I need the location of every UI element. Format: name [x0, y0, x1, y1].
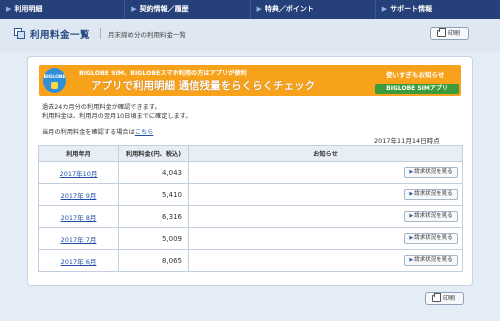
as-of-date: 2017年11月14日時点 [374, 137, 440, 145]
column-header-notice: お知らせ [188, 145, 463, 162]
billing-panel: BIGLOBE BIGLOBE SIM、BIGLOBEスマホ利用の方はアプリが便… [27, 56, 473, 286]
view-billing-status-button[interactable]: ▶請求状況を見る [404, 255, 458, 266]
nav-item-label: 特典／ポイント [264, 5, 314, 13]
view-billing-status-button[interactable]: ▶請求状況を見る [404, 167, 458, 178]
page-subtitle: 月末締め分の利用料金一覧 [108, 31, 186, 39]
intro-text-2: 利用料金は、利用月の翌月10日頃までに確定します。 [42, 113, 192, 120]
table-row: 2017年 7月 5,009 ▶請求状況を見る [38, 227, 463, 250]
amount-cell: 5,009 [118, 227, 189, 250]
print-label: 印刷 [448, 30, 461, 37]
banner-line1: BIGLOBE SIM、BIGLOBEスマホ利用の方はアプリが便利 [79, 70, 247, 77]
view-billing-status-button[interactable]: ▶請求状況を見る [404, 211, 458, 222]
month-link[interactable]: 2017年 6月 [61, 258, 97, 266]
amount-cell: 8,065 [118, 249, 189, 272]
top-nav: ▶ 利用明細 ▶ 契約情報／履歴 ▶ 特典／ポイント ▶ サポート情報 [0, 0, 500, 19]
nav-item-label: 契約情報／履歴 [139, 5, 189, 13]
arrow-right-icon: ▶ [256, 5, 262, 13]
month-link[interactable]: 2017年10月 [60, 170, 98, 178]
amount-cell: 4,043 [118, 161, 189, 184]
amount-cell: 5,410 [118, 183, 189, 206]
month-link[interactable]: 2017年 7月 [61, 236, 97, 244]
arrow-right-icon: ▶ [381, 5, 388, 13]
table-header-row: 利用年月 利用料金(円、税込) お知らせ [38, 145, 463, 162]
intro-text-1: 過去24カ月分の利用料金が確認できます。 [42, 104, 161, 111]
table-row: 2017年 6月 8,065 ▶請求状況を見る [38, 249, 463, 272]
triangle-right-icon: ▶ [409, 257, 414, 263]
nav-item-support-info[interactable]: ▶ サポート情報 [376, 0, 500, 19]
column-header-month: 利用年月 [38, 145, 119, 162]
nav-item-contract-info[interactable]: ▶ 契約情報／履歴 [125, 0, 251, 19]
banner-app-tag: BIGLOBE SIMアプリ [375, 84, 459, 94]
amount-cell: 6,316 [118, 205, 189, 228]
banner-headline: アプリで利用明細 通信残量をらくらくチェック [91, 80, 316, 92]
triangle-right-icon: ▶ [409, 213, 414, 219]
table-row: 2017年 8月 6,316 ▶請求状況を見る [38, 205, 463, 228]
app-promo-banner[interactable]: BIGLOBE BIGLOBE SIM、BIGLOBEスマホ利用の方はアプリが便… [39, 65, 461, 96]
triangle-right-icon: ▶ [409, 169, 414, 175]
title-divider [100, 28, 101, 39]
triangle-right-icon: ▶ [409, 191, 414, 197]
print-button-top[interactable]: 印刷 [430, 27, 469, 40]
logo-mark-icon [51, 82, 58, 89]
table-row: 2017年10月 4,043 ▶請求状況を見る [38, 161, 463, 184]
print-label: 印刷 [443, 295, 456, 302]
current-month-link[interactable]: こちら [135, 129, 154, 136]
page-icon [14, 28, 26, 39]
arrow-right-icon: ▶ [6, 5, 12, 13]
printer-icon [437, 28, 446, 37]
billing-table: 利用年月 利用料金(円、税込) お知らせ 2017年10月 4,043 ▶請求状… [38, 145, 463, 272]
page-title: 利用料金一覧 [30, 30, 91, 41]
month-link[interactable]: 2017年 8月 [61, 214, 97, 222]
table-row: 2017年 9月 5,410 ▶請求状況を見る [38, 183, 463, 206]
printer-icon [432, 293, 441, 302]
nav-item-label: 利用明細 [14, 5, 43, 13]
month-link[interactable]: 2017年 9月 [61, 192, 97, 200]
intro-text-3: 当月の利用料金を確認する場合はこちら [42, 129, 154, 136]
column-header-amount: 利用料金(円、税込) [118, 145, 189, 162]
triangle-right-icon: ▶ [409, 235, 414, 241]
nav-item-usage-details[interactable]: ▶ 利用明細 [0, 0, 126, 19]
view-billing-status-button[interactable]: ▶請求状況を見る [404, 233, 458, 244]
view-billing-status-button[interactable]: ▶請求状況を見る [404, 189, 458, 200]
print-button-bottom[interactable]: 印刷 [425, 292, 464, 305]
arrow-right-icon: ▶ [131, 5, 137, 13]
page-header: 利用料金一覧 月末締め分の利用料金一覧 [0, 19, 500, 52]
banner-right-text: 使いすぎもお知らせ [386, 71, 445, 79]
nav-item-benefits-points[interactable]: ▶ 特典／ポイント [251, 0, 376, 19]
nav-item-label: サポート情報 [390, 5, 433, 13]
biglobe-logo: BIGLOBE [43, 68, 66, 93]
